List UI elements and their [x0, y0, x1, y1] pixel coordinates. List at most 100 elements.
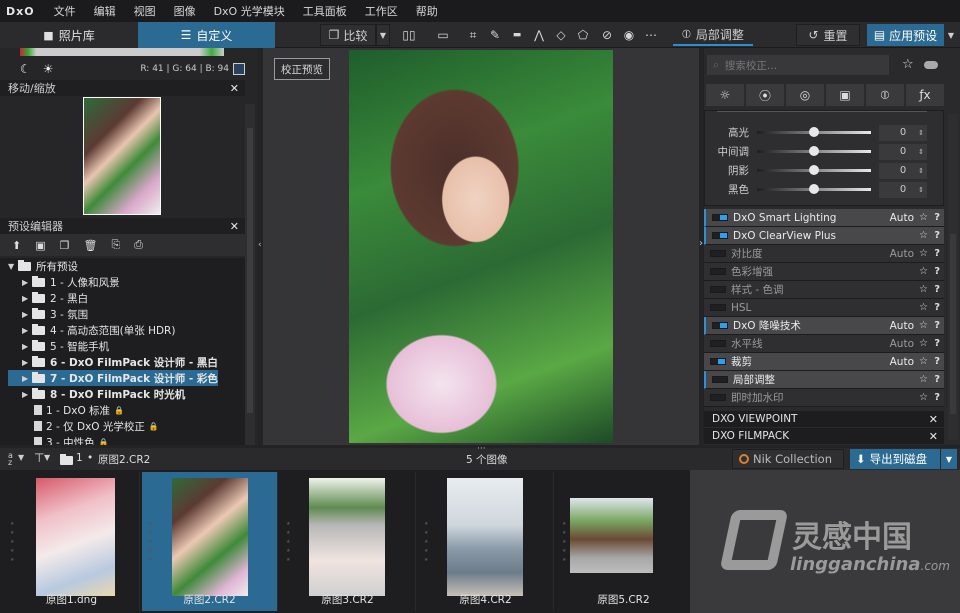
preset-folder[interactable]: ▶ 2 - 黑白: [8, 290, 245, 306]
expand-icon[interactable]: ▶: [22, 374, 32, 383]
expand-icon[interactable]: ▼: [8, 262, 18, 271]
filmstrip-thumbnail[interactable]: ★ ★ ★ ★ ★ 原图5.CR2: [556, 472, 692, 611]
rating-stars[interactable]: ★ ★ ★ ★ ★: [10, 520, 16, 565]
help-icon[interactable]: ?: [934, 248, 940, 259]
correction-preview-button[interactable]: 校正预览: [274, 58, 330, 80]
expand-icon[interactable]: ▶: [22, 342, 32, 351]
compare-button[interactable]: ❐ 比较: [320, 24, 376, 46]
filter-dropdown-icon[interactable]: ▼: [44, 453, 50, 462]
expand-icon[interactable]: ▶: [22, 390, 32, 399]
filter-icon[interactable]: ⊤: [34, 451, 44, 465]
auto-label[interactable]: Auto: [890, 338, 914, 350]
correction-toggle[interactable]: [710, 304, 726, 311]
tab-customize[interactable]: ☰ 自定义: [138, 22, 275, 48]
tab-light-icon[interactable]: ☼: [706, 84, 744, 106]
menu-image[interactable]: 图像: [165, 3, 205, 19]
menu-edit[interactable]: 编辑: [85, 3, 125, 19]
scroll-thumb[interactable]: [247, 128, 253, 413]
correction-toggle[interactable]: [710, 286, 726, 293]
correction-toggle[interactable]: [710, 250, 726, 257]
close-icon[interactable]: ✕: [929, 413, 938, 426]
expand-icon[interactable]: ▶: [22, 294, 32, 303]
menu-help[interactable]: 帮助: [407, 3, 447, 19]
star-icon[interactable]: ☆: [919, 266, 928, 277]
preset-item[interactable]: 3 - 中性色 🔒: [8, 434, 245, 445]
star-icon[interactable]: ☆: [919, 302, 928, 313]
export-button[interactable]: ⬇ 导出到磁盘: [850, 449, 940, 469]
slider-value-input[interactable]: 0 ⇕: [879, 162, 927, 179]
filmstrip-thumbnail[interactable]: ★ ★ ★ ★ ★ 原图2.CR2: [142, 472, 278, 611]
navigator-thumbnail[interactable]: [83, 97, 161, 215]
horizon-icon[interactable]: ▬: [506, 24, 528, 46]
help-icon[interactable]: ?: [934, 374, 940, 385]
correction-toggle[interactable]: [712, 322, 728, 329]
side-by-side-icon[interactable]: ▯▯: [398, 24, 420, 46]
correction-row[interactable]: DxO Smart Lighting Auto ☆?: [704, 209, 944, 227]
tree-root[interactable]: ▼ 所有预设: [8, 258, 245, 274]
apply-preset-button[interactable]: ▤ 应用预设: [867, 24, 944, 46]
correction-toggle[interactable]: [710, 268, 726, 275]
correction-row[interactable]: 样式 - 色调 ☆?: [704, 281, 944, 299]
correction-row[interactable]: 裁剪 Auto ☆?: [704, 353, 944, 371]
help-icon[interactable]: ?: [934, 284, 940, 295]
search-input[interactable]: ⌕ 搜索校正...: [706, 54, 890, 76]
left-scrollbar[interactable]: [245, 104, 255, 445]
menu-workspace[interactable]: 工作区: [356, 3, 407, 19]
spinner-icon[interactable]: ⇕: [918, 186, 924, 194]
correction-row[interactable]: DxO ClearView Plus ☆?: [704, 227, 944, 245]
menu-optics[interactable]: DxO 光学模块: [205, 3, 294, 19]
slider-track[interactable]: [757, 146, 871, 156]
auto-label[interactable]: Auto: [890, 356, 914, 368]
perspective-8pt-icon[interactable]: ⬠: [572, 24, 594, 46]
correction-toggle[interactable]: [710, 358, 726, 365]
moon-icon[interactable]: ☾: [20, 62, 31, 76]
filmstrip-thumbnail[interactable]: ★ ★ ★ ★ ★ 原图4.CR2: [418, 472, 554, 611]
help-icon[interactable]: ?: [934, 230, 940, 241]
fullscreen-icon[interactable]: ▭: [432, 24, 454, 46]
duplicate-icon[interactable]: ❐: [60, 239, 70, 252]
preset-item[interactable]: 2 - 仅 DxO 光学校正 🔒: [8, 418, 245, 434]
rating-stars[interactable]: ★ ★ ★ ★ ★: [286, 520, 292, 565]
slider-value-input[interactable]: 0 ⇕: [879, 181, 927, 198]
slider-thumb[interactable]: [809, 127, 819, 137]
apply-preset-dropdown[interactable]: ▼: [944, 24, 958, 46]
help-icon[interactable]: ?: [934, 338, 940, 349]
favorite-star-icon[interactable]: ☆: [902, 57, 914, 72]
help-icon[interactable]: ?: [934, 302, 940, 313]
sort-icon[interactable]: az: [8, 452, 16, 467]
correction-row[interactable]: HSL ☆?: [704, 299, 944, 317]
star-icon[interactable]: ☆: [919, 356, 928, 367]
toggle-switch[interactable]: [924, 61, 938, 69]
menu-file[interactable]: 文件: [45, 3, 85, 19]
preset-folder[interactable]: ▶ 3 - 氛围: [8, 306, 245, 322]
star-icon[interactable]: ☆: [919, 284, 928, 295]
preset-from-image-icon[interactable]: ▣: [35, 239, 45, 252]
help-icon[interactable]: ?: [934, 356, 940, 367]
section-filmpack[interactable]: DXO FILMPACK ✕: [704, 428, 944, 445]
perspective-icon[interactable]: ⋀: [528, 24, 550, 46]
preset-folder[interactable]: ▶ 5 - 智能手机: [8, 338, 245, 354]
tab-fx-icon[interactable]: ƒx: [906, 84, 944, 106]
correction-toggle[interactable]: [712, 376, 728, 383]
rating-stars[interactable]: ★ ★ ★ ★ ★: [424, 520, 430, 565]
help-icon[interactable]: ?: [934, 320, 940, 331]
expand-icon[interactable]: ▶: [22, 326, 32, 335]
main-photo[interactable]: [349, 50, 613, 443]
help-icon[interactable]: ?: [934, 266, 940, 277]
trash-icon[interactable]: 🗑: [84, 239, 98, 252]
spinner-icon[interactable]: ⇕: [918, 167, 924, 175]
auto-label[interactable]: Auto: [890, 212, 914, 224]
eye-icon[interactable]: ◉: [618, 24, 640, 46]
reset-button[interactable]: ↺ 重置: [796, 24, 860, 46]
slider-track[interactable]: [757, 165, 871, 175]
menu-palettes[interactable]: 工具面板: [294, 3, 356, 19]
auto-label[interactable]: Auto: [890, 248, 914, 260]
help-icon[interactable]: ?: [934, 212, 940, 223]
filmstrip-thumbnail[interactable]: ★ ★ ★ ★ ★ 原图3.CR2: [280, 472, 416, 611]
filmstrip-thumbnail[interactable]: ★ ★ ★ ★ ★ 原图1.dng: [4, 472, 140, 611]
expand-icon[interactable]: ▶: [22, 278, 32, 287]
local-adjust-button[interactable]: ⦶ 局部调整: [673, 24, 753, 46]
slider-value-input[interactable]: 0 ⇕: [879, 124, 927, 141]
correction-toggle[interactable]: [710, 340, 726, 347]
auto-label[interactable]: Auto: [890, 320, 914, 332]
